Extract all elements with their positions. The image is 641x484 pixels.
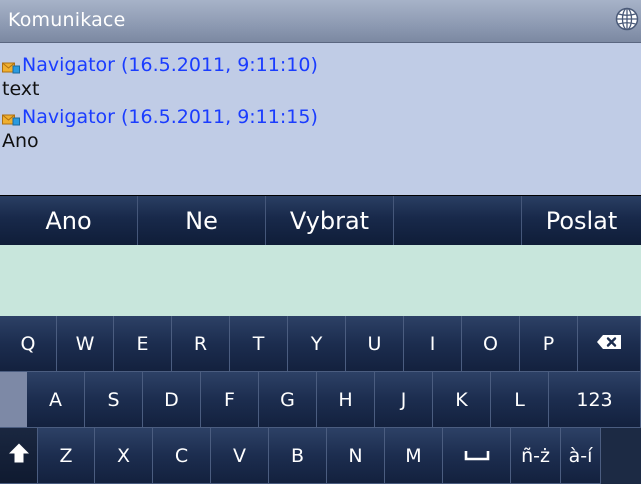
key-v[interactable]: V — [211, 428, 269, 484]
messaging-screen: Komunikace Navigator (16.5.2011, 9:11:10… — [0, 0, 641, 484]
key-t[interactable]: T — [230, 316, 288, 372]
key-f[interactable]: F — [201, 372, 259, 428]
message-icon — [2, 58, 20, 74]
empty-softkey[interactable] — [394, 196, 522, 245]
message-input[interactable] — [0, 245, 641, 316]
space-icon — [464, 445, 490, 467]
keyboard-row-1: Q W E R T Y U I O P — [0, 316, 641, 372]
key-p[interactable]: P — [520, 316, 578, 372]
key-z[interactable]: Z — [38, 428, 95, 484]
key-e[interactable]: E — [114, 316, 172, 372]
send-button[interactable]: Poslat — [522, 196, 641, 245]
key-n[interactable]: N — [327, 428, 385, 484]
key-w[interactable]: W — [57, 316, 114, 372]
key-k[interactable]: K — [433, 372, 491, 428]
key-u[interactable]: U — [346, 316, 404, 372]
select-button[interactable]: Vybrat — [266, 196, 394, 245]
globe-icon[interactable] — [615, 7, 639, 31]
message-header: Navigator (16.5.2011, 9:11:10) — [0, 53, 641, 77]
key-l[interactable]: L — [491, 372, 549, 428]
key-j[interactable]: J — [375, 372, 433, 428]
softkey-bar: Ano Ne Vybrat Poslat — [0, 196, 641, 245]
key-g[interactable]: G — [259, 372, 317, 428]
title-bar: Komunikace — [0, 0, 641, 43]
key-y[interactable]: Y — [288, 316, 346, 372]
key-a[interactable]: A — [27, 372, 85, 428]
message-history[interactable]: Navigator (16.5.2011, 9:11:10) text Navi… — [0, 43, 641, 195]
key-d[interactable]: D — [143, 372, 201, 428]
accent-key-2[interactable]: à-í — [561, 428, 601, 484]
virtual-keyboard: Q W E R T Y U I O P A S D F G H J K L 12… — [0, 316, 641, 484]
numbers-key[interactable]: 123 — [549, 372, 641, 428]
key-c[interactable]: C — [153, 428, 211, 484]
keyboard-row-2: A S D F G H J K L 123 — [0, 372, 641, 428]
keyboard-row-3: Z X C V B N M ñ-ż à-í — [0, 428, 641, 484]
shift-icon — [8, 442, 30, 469]
key-m[interactable]: M — [385, 428, 443, 484]
key-o[interactable]: O — [462, 316, 520, 372]
message-icon — [2, 110, 20, 126]
backspace-icon — [596, 333, 622, 355]
shift-key[interactable] — [0, 428, 38, 484]
message-body: Ano — [2, 130, 39, 152]
key-q[interactable]: Q — [0, 316, 57, 372]
key-h[interactable]: H — [317, 372, 375, 428]
no-button[interactable]: Ne — [138, 196, 266, 245]
window-title: Komunikace — [8, 9, 126, 31]
key-r[interactable]: R — [172, 316, 230, 372]
message-header: Navigator (16.5.2011, 9:11:15) — [0, 105, 641, 129]
message-body: text — [2, 78, 40, 100]
key-i[interactable]: I — [404, 316, 462, 372]
space-key[interactable] — [443, 428, 511, 484]
message-sender: Navigator (16.5.2011, 9:11:15) — [22, 106, 318, 128]
key-b[interactable]: B — [269, 428, 327, 484]
keyboard-edge — [0, 372, 27, 428]
key-x[interactable]: X — [95, 428, 153, 484]
backspace-key[interactable] — [578, 316, 641, 372]
accent-key-1[interactable]: ñ-ż — [511, 428, 561, 484]
yes-button[interactable]: Ano — [0, 196, 138, 245]
message-sender: Navigator (16.5.2011, 9:11:10) — [22, 54, 318, 76]
key-s[interactable]: S — [85, 372, 143, 428]
